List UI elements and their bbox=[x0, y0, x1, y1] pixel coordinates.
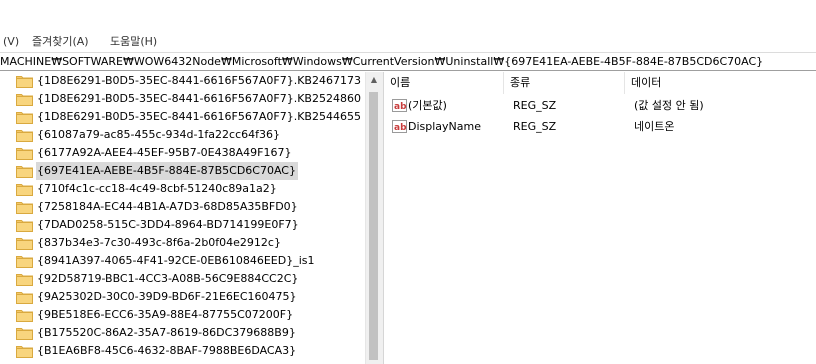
folder-icon bbox=[16, 130, 33, 142]
folder-icon bbox=[16, 166, 33, 178]
value-data: 네이트온 bbox=[634, 120, 675, 133]
value-name: DisplayName bbox=[408, 120, 481, 133]
address-path[interactable]: MACHINE₩SOFTWARE₩WOW6432Node₩Microsoft₩W… bbox=[0, 54, 763, 70]
column-header-type[interactable]: 종류 bbox=[504, 72, 625, 94]
folder-icon bbox=[16, 274, 33, 286]
registry-tree[interactable]: {1D8E6291-B0D5-35EC-8441-6616F567A0F7}.K… bbox=[0, 72, 365, 364]
folder-icon bbox=[16, 148, 33, 160]
tree-item-label: {697E41EA-AEBE-4B5F-884E-87B5CD6C70AC} bbox=[36, 162, 298, 180]
svg-text:ab: ab bbox=[394, 102, 407, 112]
tree-item-label: {92D58719-BBC1-4CC3-A08B-56C9E884CC2C} bbox=[37, 272, 299, 285]
column-header-data[interactable]: 데이터 bbox=[625, 72, 816, 94]
folder-icon bbox=[16, 256, 33, 268]
folder-icon bbox=[16, 76, 33, 88]
tree-item-label: {710f4c1c-cc18-4c49-8cbf-51240c89a1a2} bbox=[37, 182, 277, 195]
tree-item-label: {7258184A-EC44-4B1A-A7D3-68D85A35BFD0} bbox=[37, 200, 298, 213]
folder-icon bbox=[16, 220, 33, 232]
tree-item-label: {1D8E6291-B0D5-35EC-8441-6616F567A0F7}.K… bbox=[37, 92, 361, 105]
value-row[interactable]: ab DisplayName REG_SZ 네이트온 bbox=[384, 117, 816, 137]
menu-view[interactable]: (V) bbox=[3, 33, 19, 51]
svg-text:ab: ab bbox=[394, 123, 407, 133]
tree-item-label: {9A25302D-30C0-39D9-BD6F-21E6EC160475} bbox=[37, 290, 297, 303]
folder-icon bbox=[16, 184, 33, 196]
value-type: REG_SZ bbox=[513, 99, 557, 112]
tree-item-label: {7DAD0258-515C-3DD4-8964-BD714199E0F7} bbox=[37, 218, 299, 231]
folder-icon bbox=[16, 238, 33, 250]
tree-item-label: {61087a79-ac85-455c-934d-1fa22cc64f36} bbox=[37, 128, 280, 141]
tree-item-label: {B1EA6BF8-45C6-4632-8BAF-7988BE6DACA3} bbox=[37, 344, 297, 357]
scroll-up-arrow-icon[interactable]: ▲ bbox=[366, 72, 382, 88]
value-row[interactable]: ab (기본값) REG_SZ (값 설정 안 됨) bbox=[384, 96, 816, 116]
tree-item-label: {1D8E6291-B0D5-35EC-8441-6616F567A0F7}.K… bbox=[37, 110, 361, 123]
value-type: REG_SZ bbox=[513, 120, 557, 133]
address-bar[interactable]: MACHINE₩SOFTWARE₩WOW6432Node₩Microsoft₩W… bbox=[0, 52, 816, 71]
window-top-area bbox=[0, 0, 816, 32]
scroll-thumb[interactable] bbox=[369, 92, 378, 360]
tree-scrollbar[interactable]: ▲ bbox=[365, 72, 381, 364]
folder-icon bbox=[16, 202, 33, 214]
value-name: (기본값) bbox=[408, 99, 447, 112]
string-value-icon: ab bbox=[392, 120, 407, 133]
column-header-name[interactable]: 이름 bbox=[384, 72, 504, 94]
tree-item-label: {B175520C-86A2-35A7-8619-86DC379688B9} bbox=[37, 326, 296, 339]
menu-bar: (V) 즐겨찾기(A) 도움말(H) bbox=[0, 33, 816, 51]
tree-item-label: {6177A92A-AEE4-45EF-95B7-0E438A49F167} bbox=[37, 146, 292, 159]
menu-help[interactable]: 도움말(H) bbox=[110, 33, 157, 51]
string-value-icon: ab bbox=[392, 99, 407, 112]
value-data: (값 설정 안 됨) bbox=[634, 99, 704, 112]
folder-icon bbox=[16, 310, 33, 322]
folder-icon bbox=[16, 94, 33, 106]
tree-item-label: {837b34e3-7c30-493c-8f6a-2b0f04e2912c} bbox=[37, 236, 281, 249]
folder-icon bbox=[16, 292, 33, 304]
folder-icon bbox=[16, 346, 33, 358]
values-pane[interactable]: 이름 종류 데이터 ab (기본값) REG_SZ (값 설정 안 됨) ab Displ… bbox=[384, 72, 816, 364]
folder-icon bbox=[16, 112, 33, 124]
folder-icon bbox=[16, 328, 33, 340]
tree-item-label: {8941A397-4065-4F41-92CE-0EB610846EED}_i… bbox=[37, 254, 315, 267]
menu-favorites[interactable]: 즐겨찾기(A) bbox=[32, 33, 89, 51]
tree-item-label: {1D8E6291-B0D5-35EC-8441-6616F567A0F7}.K… bbox=[37, 74, 361, 87]
tree-item-label: {9BE518E6-ECC6-35A9-88E4-87755C07200F} bbox=[37, 308, 294, 321]
